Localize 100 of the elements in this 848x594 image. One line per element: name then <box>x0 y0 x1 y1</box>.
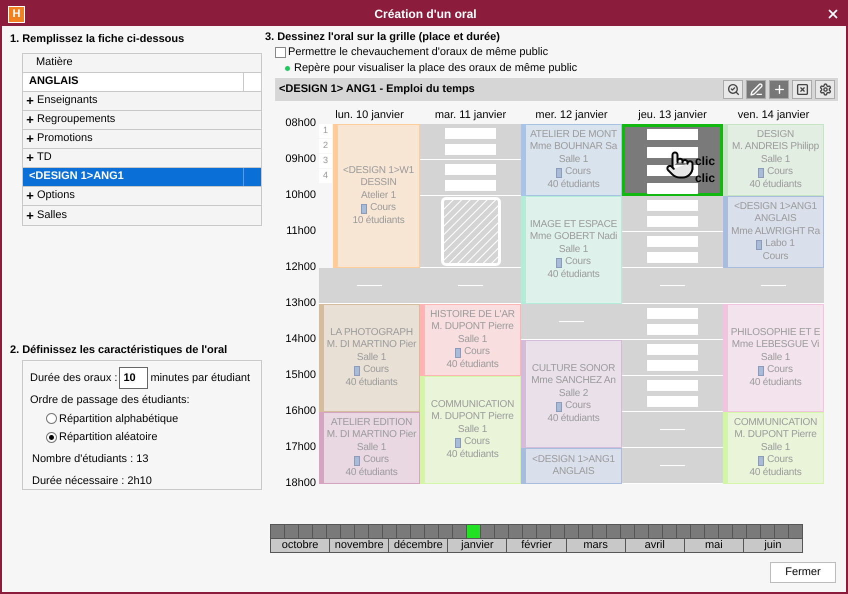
expand-icon[interactable]: + <box>23 151 37 164</box>
category-label[interactable]: Options <box>37 187 75 204</box>
category-row[interactable]: + TD <box>23 148 261 168</box>
week-cell[interactable] <box>299 525 312 538</box>
week-cell[interactable] <box>551 525 564 538</box>
close-icon[interactable] <box>826 7 840 21</box>
free-slot[interactable] <box>647 147 698 158</box>
course-type: Cours <box>767 454 793 467</box>
course-line: M. ANDREIS Philipp <box>732 141 819 154</box>
category-label[interactable]: Promotions <box>37 130 93 147</box>
week-cell[interactable] <box>579 525 592 538</box>
duration-field[interactable]: 10 <box>119 367 148 389</box>
week-cell[interactable] <box>481 525 494 538</box>
week-cell[interactable] <box>635 525 648 538</box>
radio-button[interactable] <box>46 413 57 424</box>
week-cell[interactable] <box>327 525 340 538</box>
week-cell[interactable] <box>565 525 578 538</box>
course-line: COMMUNICATION <box>430 398 514 412</box>
month-tab[interactable]: janvier <box>448 539 506 552</box>
week-cell[interactable] <box>747 525 760 538</box>
expand-icon[interactable]: + <box>23 208 37 222</box>
radio-label[interactable]: Répartition alphabétique <box>59 410 178 428</box>
week-cell[interactable] <box>271 525 284 538</box>
week-cell[interactable] <box>733 525 746 538</box>
week-cell[interactable] <box>789 525 802 538</box>
window-title: Création d'un oral <box>373 6 478 23</box>
week-cell[interactable] <box>355 525 368 538</box>
course-type: Cours <box>464 436 490 449</box>
week-cell[interactable] <box>425 525 438 538</box>
week-cell[interactable] <box>467 525 480 538</box>
category-label[interactable]: TD <box>37 149 52 166</box>
week-cell[interactable] <box>397 525 410 538</box>
value-row[interactable]: ANGLAIS <box>23 72 261 92</box>
week-cell[interactable] <box>705 525 718 538</box>
week-cell[interactable] <box>691 525 704 538</box>
category-label[interactable]: Enseignants <box>37 92 98 109</box>
week-cell[interactable] <box>495 525 508 538</box>
section-title: 2. Définissez les caractéristiques de l'oral <box>10 342 228 358</box>
app-logo: H <box>8 6 25 22</box>
week-cell[interactable] <box>523 525 536 538</box>
course-line: Salle 1 <box>356 352 386 364</box>
toolbar-button[interactable] <box>769 80 789 99</box>
week-cell[interactable] <box>439 525 452 538</box>
toolbar-button[interactable] <box>815 80 835 99</box>
week-cell[interactable] <box>453 525 466 538</box>
hour-label: 08h00 <box>285 117 316 130</box>
radio-label[interactable]: Répartition aléatoire <box>59 429 158 446</box>
month-tab[interactable]: octobre <box>271 539 330 552</box>
week-cell[interactable] <box>761 525 774 538</box>
expand-icon[interactable]: + <box>23 94 37 107</box>
hour-label: 09h00 <box>285 153 316 166</box>
week-cell[interactable] <box>593 525 606 538</box>
category-row[interactable]: + Salles <box>23 206 261 224</box>
month-tab[interactable]: mai <box>684 539 743 552</box>
week-cell[interactable] <box>369 525 382 538</box>
week-cell[interactable] <box>383 525 396 538</box>
course-type-icon <box>556 402 562 412</box>
week-cell[interactable] <box>677 525 690 538</box>
month-tab[interactable]: décembre <box>389 539 448 552</box>
course-type: Cours <box>363 364 389 377</box>
close-button[interactable]: Fermer <box>770 562 836 583</box>
week-cell[interactable] <box>341 525 354 538</box>
category-row[interactable]: + Regroupements <box>23 110 261 130</box>
category-label[interactable]: Regroupements <box>37 111 116 128</box>
expand-icon[interactable]: + <box>23 132 37 145</box>
week-cell[interactable] <box>719 525 732 538</box>
week-cell[interactable] <box>775 525 788 538</box>
month-tab[interactable]: novembre <box>330 539 388 552</box>
week-cell[interactable] <box>285 525 298 538</box>
expand-icon[interactable]: + <box>23 113 37 126</box>
course-type-icon <box>361 204 368 214</box>
week-cell[interactable] <box>621 525 634 538</box>
course-type-icon <box>354 366 360 376</box>
week-cell[interactable] <box>607 525 620 538</box>
week-cell[interactable] <box>411 525 424 538</box>
value-row[interactable]: <DESIGN 1>ANG1 <box>23 168 261 186</box>
course-line: Mme BOUHNAR Sa <box>530 141 618 154</box>
week-cell[interactable] <box>663 525 676 538</box>
week-cell[interactable] <box>509 525 522 538</box>
expand-icon[interactable]: + <box>23 189 37 202</box>
section-title: 3. Dessinez l'oral sur la grille (place et durée) <box>265 30 501 44</box>
month-tab[interactable]: février <box>507 539 566 552</box>
hatched-oral-area[interactable] <box>440 197 500 266</box>
category-label[interactable]: Salles <box>37 206 67 224</box>
checkbox-label[interactable]: Permettre le chevauchement d'oraux de même public <box>288 44 548 60</box>
week-cell[interactable] <box>649 525 662 538</box>
category-row[interactable]: + Options <box>23 186 261 206</box>
toolbar-button[interactable] <box>792 80 812 99</box>
month-tab[interactable]: juin <box>744 539 802 552</box>
toolbar-button[interactable] <box>723 80 743 99</box>
week-cell[interactable] <box>537 525 550 538</box>
month-tab[interactable]: mars <box>566 539 625 552</box>
radio-button[interactable] <box>46 432 57 444</box>
category-row[interactable]: + Enseignants <box>23 92 261 110</box>
category-row[interactable]: + Promotions <box>23 130 261 148</box>
month-tab[interactable]: avril <box>626 539 684 552</box>
week-cell[interactable] <box>313 525 326 538</box>
checkbox[interactable] <box>275 46 286 58</box>
course-type: Cours <box>767 166 793 179</box>
toolbar-button[interactable] <box>746 80 766 99</box>
